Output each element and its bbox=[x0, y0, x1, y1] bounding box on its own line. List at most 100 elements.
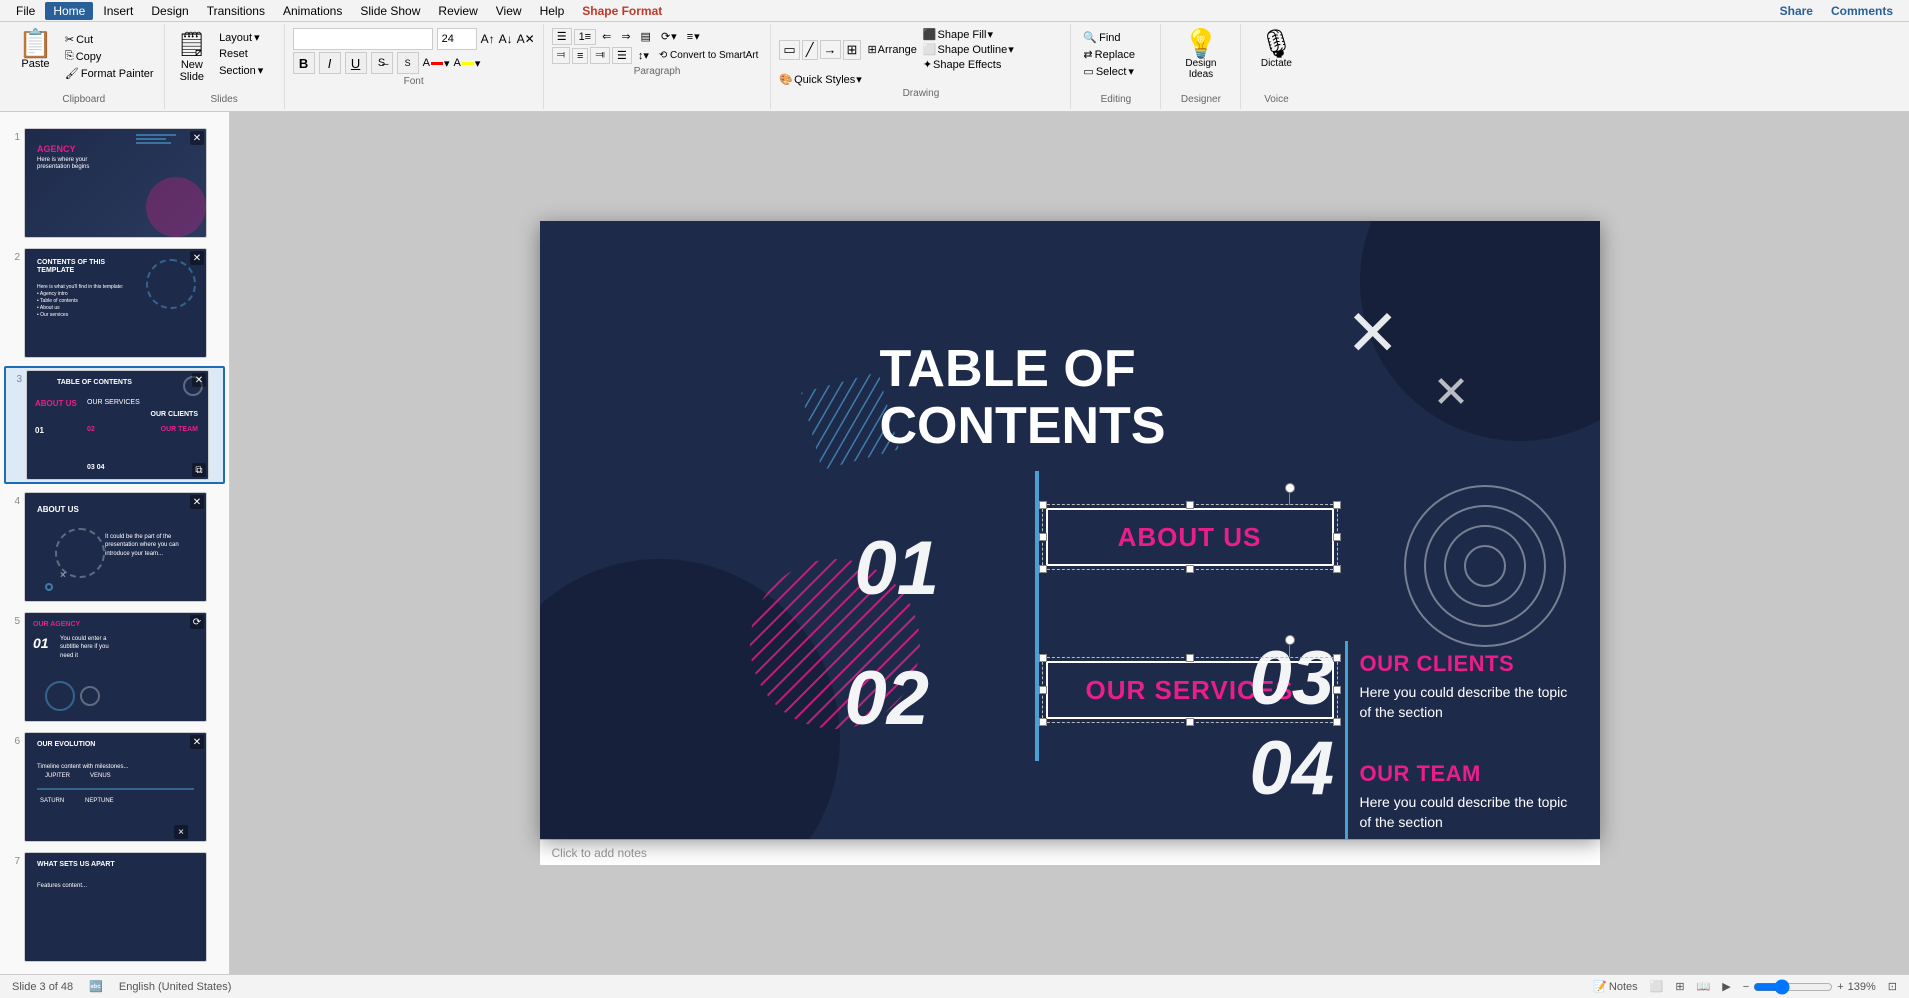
vertical-bar-left bbox=[1035, 471, 1039, 761]
menu-file[interactable]: File bbox=[8, 2, 43, 20]
our-clients-title: OUR CLIENTS bbox=[1360, 651, 1580, 677]
paste-button[interactable]: 📋 Paste bbox=[12, 28, 59, 72]
thumb-1-close[interactable]: ✕ bbox=[190, 131, 204, 145]
slide-thumb-5[interactable]: 5 OUR AGENCY 01 You could enter a subtit… bbox=[4, 610, 225, 724]
menu-slideshow[interactable]: Slide Show bbox=[352, 2, 428, 20]
font-family-input[interactable] bbox=[293, 28, 433, 50]
zoom-slider[interactable] bbox=[1753, 979, 1833, 995]
section-button[interactable]: Section▾ bbox=[215, 63, 267, 78]
cut-button[interactable]: ✂Cut bbox=[63, 32, 156, 47]
align-text-button[interactable]: ≡▾ bbox=[683, 29, 704, 44]
our-team-section: OUR TEAM Here you could describe the top… bbox=[1360, 761, 1580, 832]
menu-view[interactable]: View bbox=[488, 2, 530, 20]
menu-shape-format[interactable]: Shape Format bbox=[574, 2, 670, 20]
shape-arrow[interactable]: → bbox=[820, 40, 841, 59]
shape-outline-button[interactable]: ⬜ Shape Outline ▾ bbox=[923, 43, 1014, 56]
thumb-3-duplicate[interactable]: ⧉ bbox=[192, 463, 206, 477]
text-direction-button[interactable]: ⟳▾ bbox=[657, 29, 681, 44]
justify-button[interactable]: ☰ bbox=[612, 47, 632, 64]
find-button[interactable]: 🔍 Find bbox=[1079, 30, 1152, 45]
handle-bc-1 bbox=[1186, 565, 1194, 573]
slide-thumb-1[interactable]: 1 AGENCY Here is where your presentation… bbox=[4, 126, 225, 240]
select-button[interactable]: ▭ Select ▾ bbox=[1079, 64, 1152, 79]
line-spacing-button[interactable]: ↕▾ bbox=[634, 48, 653, 63]
presenter-view-button[interactable]: ▶ bbox=[1722, 980, 1730, 993]
menu-home[interactable]: Home bbox=[45, 2, 93, 20]
bullets-button[interactable]: ☰ bbox=[552, 28, 572, 45]
font-color-button[interactable]: A▾ bbox=[423, 57, 450, 70]
share-button[interactable]: Share bbox=[1772, 2, 1821, 20]
bold-button[interactable]: B bbox=[293, 52, 315, 74]
numbering-button[interactable]: 1≡ bbox=[574, 29, 597, 45]
design-ideas-button[interactable]: 💡 Design Ideas bbox=[1177, 28, 1224, 82]
slide-sorter-button[interactable]: ⊞ bbox=[1675, 980, 1684, 993]
menu-review[interactable]: Review bbox=[430, 2, 485, 20]
new-slide-button[interactable]: 🗒 New Slide bbox=[173, 28, 211, 85]
menu-transitions[interactable]: Transitions bbox=[199, 2, 273, 20]
thumb-5-close[interactable]: ⟳ bbox=[190, 615, 204, 629]
rotate-handle-2[interactable] bbox=[1285, 635, 1295, 645]
shape-fill-button[interactable]: ⬛ Shape Fill ▾ bbox=[923, 28, 1014, 41]
align-left-button[interactable]: ⫤ bbox=[552, 47, 570, 64]
slide-preview-4: ABOUT US It could be the part of the pre… bbox=[24, 492, 207, 602]
cross-large: ✕ bbox=[1346, 301, 1400, 365]
menu-animations[interactable]: Animations bbox=[275, 2, 350, 20]
menu-insert[interactable]: Insert bbox=[95, 2, 141, 20]
slide-thumb-6[interactable]: 6 OUR EVOLUTION Timeline content with mi… bbox=[4, 730, 225, 844]
menu-help[interactable]: Help bbox=[532, 2, 573, 20]
underline-button[interactable]: U bbox=[345, 52, 367, 74]
increase-indent-button[interactable]: ⇒ bbox=[617, 29, 634, 44]
layout-button[interactable]: Layout▾ bbox=[215, 30, 267, 45]
thumb-2-close[interactable]: ✕ bbox=[190, 251, 204, 265]
thumb-3-close[interactable]: ✕ bbox=[192, 373, 206, 387]
zoom-in-button[interactable]: + bbox=[1837, 981, 1843, 993]
highlight-button[interactable]: A▾ bbox=[453, 57, 480, 70]
slide-thumb-4[interactable]: 4 ABOUT US It could be the part of the p… bbox=[4, 490, 225, 604]
align-right-button[interactable]: ⫥ bbox=[590, 47, 610, 64]
arrange-button[interactable]: ⊞ Arrange bbox=[863, 42, 920, 57]
click-to-add-notes[interactable]: Click to add notes bbox=[552, 846, 647, 860]
clear-format-button[interactable]: A✕ bbox=[517, 32, 535, 46]
slide-canvas[interactable]: ✕ ✕ bbox=[540, 221, 1600, 839]
notes-button[interactable]: 📝 Notes bbox=[1593, 980, 1637, 993]
increase-font-button[interactable]: A↑ bbox=[481, 32, 495, 46]
reset-button[interactable]: Reset bbox=[215, 47, 267, 61]
shape-more[interactable]: ⊞ bbox=[843, 40, 862, 60]
slide-thumb-7[interactable]: 7 WHAT SETS US APART Features content... bbox=[4, 850, 225, 964]
fit-button[interactable]: ⊡ bbox=[1888, 980, 1897, 993]
convert-smartart-button[interactable]: ⟲ Convert to SmartArt bbox=[655, 49, 763, 62]
drawing-label: Drawing bbox=[779, 88, 1062, 99]
quick-styles-button[interactable]: 🎨 Quick Styles ▾ bbox=[779, 73, 861, 86]
thumb-6-x[interactable]: × bbox=[174, 825, 188, 839]
thumb-4-close[interactable]: ✕ bbox=[190, 495, 204, 509]
shadow-button[interactable]: S bbox=[397, 52, 419, 74]
format-painter-button[interactable]: 🖌Format Painter bbox=[63, 66, 156, 81]
replace-button[interactable]: ⇄ Replace bbox=[1079, 47, 1152, 62]
reading-view-button[interactable]: 📖 bbox=[1697, 980, 1711, 993]
decrease-indent-button[interactable]: ⇐ bbox=[598, 29, 615, 44]
slide-preview-1: AGENCY Here is where your presentation b… bbox=[24, 128, 207, 238]
dictate-button[interactable]: 🎙 Dictate bbox=[1253, 28, 1301, 71]
decrease-font-button[interactable]: A↓ bbox=[499, 32, 513, 46]
shape-effects-button[interactable]: ✦ Shape Effects bbox=[923, 58, 1014, 71]
font-size-input[interactable] bbox=[437, 28, 477, 50]
zoom-out-button[interactable]: − bbox=[1743, 981, 1749, 993]
shape-rect[interactable]: ▭ bbox=[779, 40, 799, 60]
italic-button[interactable]: I bbox=[319, 52, 341, 74]
strikethrough-button[interactable]: S̶ bbox=[371, 52, 393, 74]
thumb-6-close[interactable]: ✕ bbox=[190, 735, 204, 749]
slide-thumb-2[interactable]: 2 CONTENTS OF THISTEMPLATE Here is what … bbox=[4, 246, 225, 360]
notes-bar[interactable]: Click to add notes bbox=[540, 839, 1600, 865]
shape-line[interactable]: ╱ bbox=[802, 40, 818, 60]
about-us-box[interactable]: ABOUT US bbox=[1046, 508, 1334, 566]
comments-button[interactable]: Comments bbox=[1823, 2, 1901, 20]
our-team-title: OUR TEAM bbox=[1360, 761, 1580, 787]
align-center-button[interactable]: ≡ bbox=[572, 48, 588, 64]
columns-button[interactable]: ▤ bbox=[637, 29, 655, 44]
menu-design[interactable]: Design bbox=[143, 2, 196, 20]
copy-button[interactable]: ⎘Copy bbox=[63, 49, 156, 64]
slide-thumb-3[interactable]: 3 TABLE OF CONTENTS ABOUT US 01 OUR SERV… bbox=[4, 366, 225, 484]
rotate-handle-1[interactable] bbox=[1285, 483, 1295, 493]
normal-view-button[interactable]: ⬜ bbox=[1650, 980, 1664, 993]
slide-count: Slide 3 of 48 bbox=[12, 981, 73, 993]
